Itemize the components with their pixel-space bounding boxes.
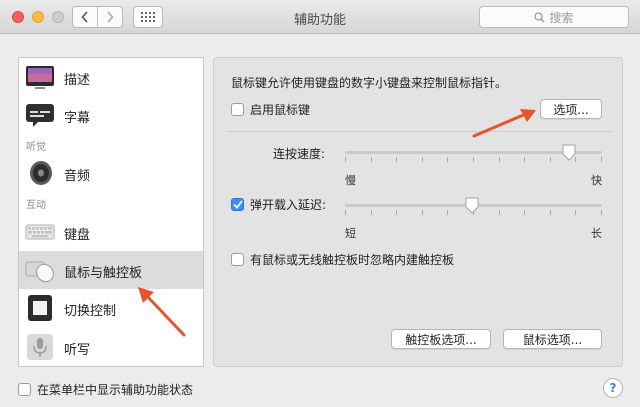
sidebar-item-switch-control[interactable]: 切换控制 xyxy=(19,289,203,327)
delay-min-label: 短 xyxy=(345,227,356,240)
section-header-interaction: 互动 xyxy=(26,200,46,211)
spring-loading-slider-knob[interactable] xyxy=(464,197,480,215)
spring-loading-checkbox[interactable]: 弹开载入延迟: xyxy=(231,196,326,213)
sidebar-item-label: 鼠标与触控板 xyxy=(64,266,143,281)
sidebar-item-label: 音频 xyxy=(64,169,91,184)
checkbox-label: 启用鼠标键 xyxy=(250,103,311,117)
ignore-trackpad-checkbox[interactable]: 有鼠标或无线触控板时忽略内建触控板 xyxy=(231,251,454,268)
sidebar: 描述 字幕 听觉 音频 互动 键盘 鼠标与触控板 切换控制 听写 xyxy=(18,57,204,367)
checkbox-box[interactable] xyxy=(231,253,244,266)
sidebar-item-captions[interactable]: 字幕 xyxy=(19,96,203,134)
options-button[interactable]: 选项... xyxy=(540,99,602,119)
sidebar-item-label: 字幕 xyxy=(64,111,91,126)
checkbox-box[interactable] xyxy=(231,103,244,116)
mouse-options-button[interactable]: 鼠标选项... xyxy=(503,329,602,349)
search-field[interactable]: 搜索 xyxy=(479,6,629,28)
speed-min-label: 慢 xyxy=(345,174,356,187)
mouse-icon xyxy=(25,261,54,283)
double-click-speed-label: 连按速度: xyxy=(273,147,326,161)
speaker-icon xyxy=(30,161,52,185)
speed-max-label: 快 xyxy=(591,174,602,187)
checkbox-label: 有鼠标或无线触控板时忽略内建触控板 xyxy=(250,253,455,267)
sidebar-item-keyboard[interactable]: 键盘 xyxy=(19,213,203,251)
captions-icon xyxy=(26,104,54,127)
section-header-hearing: 听觉 xyxy=(26,142,46,153)
switch-control-icon xyxy=(28,295,52,321)
search-icon xyxy=(534,11,545,22)
sidebar-item-label: 键盘 xyxy=(64,228,91,243)
sidebar-item-mouse-trackpad[interactable]: 鼠标与触控板 xyxy=(19,251,203,289)
search-placeholder: 搜索 xyxy=(549,10,574,25)
sidebar-item-label: 描述 xyxy=(64,73,91,88)
divider xyxy=(226,131,612,132)
keyboard-icon xyxy=(25,224,55,240)
checkbox-label: 在菜单栏中显示辅助功能状态 xyxy=(37,383,194,397)
checkbox-box[interactable] xyxy=(18,383,31,396)
show-in-menubar-checkbox[interactable]: 在菜单栏中显示辅助功能状态 xyxy=(18,381,193,398)
help-button[interactable]: ? xyxy=(603,378,623,398)
mouse-keys-description: 鼠标键允许使用键盘的数字小键盘来控制鼠标指针。 xyxy=(231,76,508,90)
trackpad-options-button[interactable]: 触控板选项... xyxy=(391,329,491,349)
sidebar-item-description[interactable]: 描述 xyxy=(19,58,203,96)
checkbox-label: 弹开载入延迟: xyxy=(250,198,327,212)
enable-mouse-keys-checkbox[interactable]: 启用鼠标键 xyxy=(231,101,310,118)
settings-panel: 鼠标键允许使用键盘的数字小键盘来控制鼠标指针。 启用鼠标键 选项... 连按速度… xyxy=(213,57,623,367)
preferences-window: 辅助功能 搜索 描述 字幕 听觉 音频 互动 键盘 鼠标与触控板 切换控制 听写… xyxy=(0,0,640,407)
description-icon xyxy=(26,66,54,89)
checkbox-box[interactable] xyxy=(231,198,244,211)
sidebar-item-label: 听写 xyxy=(64,343,91,358)
sidebar-item-dictation[interactable]: 听写 xyxy=(19,328,203,366)
sidebar-item-audio[interactable]: 音频 xyxy=(19,154,203,192)
checkmark-icon xyxy=(232,200,243,209)
title-bar: 辅助功能 搜索 xyxy=(0,0,640,34)
delay-max-label: 长 xyxy=(591,227,602,240)
microphone-icon xyxy=(27,334,53,360)
sidebar-item-label: 切换控制 xyxy=(64,304,117,319)
double-click-speed-slider-knob[interactable] xyxy=(561,144,577,162)
